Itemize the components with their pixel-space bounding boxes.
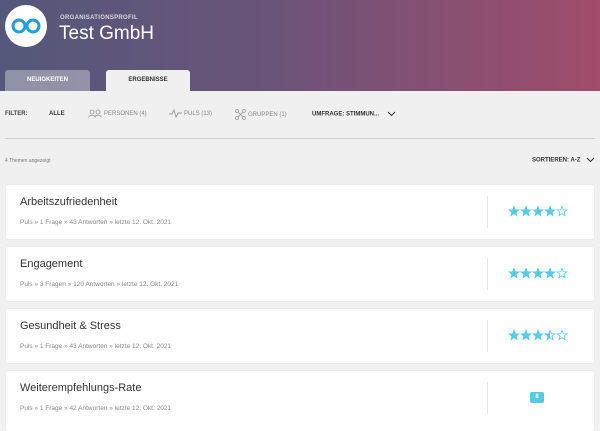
infinity-logo-icon [11,18,41,34]
star-rating [508,267,568,279]
card-divider [487,382,488,414]
star-empty-icon [555,329,568,341]
filter-gruppen-label: GRUPPEN (1) [248,112,287,119]
topic-meta: Puls » 1 Frage » 43 Antworten » letzte 1… [20,343,172,350]
star-empty-icon [555,267,568,279]
topic-count: 4 Themen angezeigt [5,158,51,164]
pulse-icon [169,109,182,118]
filter-gruppen[interactable]: GRUPPEN (1) [235,109,287,120]
topic-card-weiterempfehlungs-rate[interactable]: Weiterempfehlungs-Rate Puls » 1 Frage » … [6,371,594,431]
topic-title: Gesundheit & Stress [20,320,121,332]
star-filled-icon [531,205,545,217]
topic-meta: Puls » 3 Fragen » 120 Antworten » letzte… [20,281,179,288]
star-filled-icon [508,205,521,217]
star-filled-icon [519,205,533,217]
score-badge: 8 [530,392,544,403]
topic-card-engagement[interactable]: Engagement Puls » 3 Fragen » 120 Antwort… [6,247,594,301]
people-icon [88,109,102,118]
star-filled-icon [519,329,533,341]
tab-neuigkeiten[interactable]: NEUIGKEITEN [5,70,90,91]
topic-card-arbeitszufriedenheit[interactable]: Arbeitszufriedenheit Puls » 1 Frage » 43… [6,185,594,239]
topic-meta: Puls » 1 Frage » 42 Antworten » letzte 1… [20,405,172,412]
sort-dropdown[interactable]: SORTIEREN: A-Z [532,157,595,164]
profile-header: ORGANISATIONSPROFIL Test GmbH NEUIGKEITE… [0,0,600,91]
card-divider [487,258,488,290]
star-rating [508,329,568,341]
star-rating [508,205,568,217]
star-filled-icon [531,329,545,341]
star-filled-icon [531,267,545,279]
tab-ergebnisse[interactable]: ERGEBNISSE [106,70,190,91]
filter-divider [5,138,595,139]
filter-bar: FILTER: ALLE PERSONEN (4) PULS (13) GRUP… [0,91,600,141]
star-filled-icon [543,267,557,279]
filter-all[interactable]: ALLE [49,111,65,117]
topic-title: Weiterempfehlungs-Rate [20,382,142,394]
org-profile-label: ORGANISATIONSPROFIL [60,15,138,21]
org-logo[interactable] [5,5,47,47]
star-empty-icon [555,205,568,217]
topic-title: Engagement [20,258,83,270]
star-filled-icon [543,205,557,217]
org-name: Test GmbH [59,23,155,44]
filter-puls-label: PULS (13) [184,111,213,118]
card-divider [487,196,488,228]
filter-personen-label: PERSONEN (4) [104,111,147,118]
star-filled-icon [519,267,533,279]
sort-label: SORTIEREN: A-Z [532,157,581,164]
star-filled-icon [508,267,521,279]
filter-label: FILTER: [5,111,28,117]
topic-meta: Puls » 1 Frage » 43 Antworten » letzte 1… [20,219,172,226]
groups-icon [235,109,246,120]
topic-title: Arbeitszufriedenheit [20,196,118,208]
survey-dropdown[interactable]: UMFRAGE: STIMMUN... [312,111,398,118]
filter-puls[interactable]: PULS (13) [169,109,212,118]
card-divider [487,320,488,352]
chevron-down-icon [586,157,595,163]
star-filled-icon [508,329,521,341]
filter-personen[interactable]: PERSONEN (4) [88,109,147,118]
survey-dropdown-label: UMFRAGE: STIMMUN... [312,111,379,118]
topic-card-gesundheit-stress[interactable]: Gesundheit & Stress Puls » 1 Frage » 43 … [6,309,594,363]
chevron-down-icon [387,111,396,117]
